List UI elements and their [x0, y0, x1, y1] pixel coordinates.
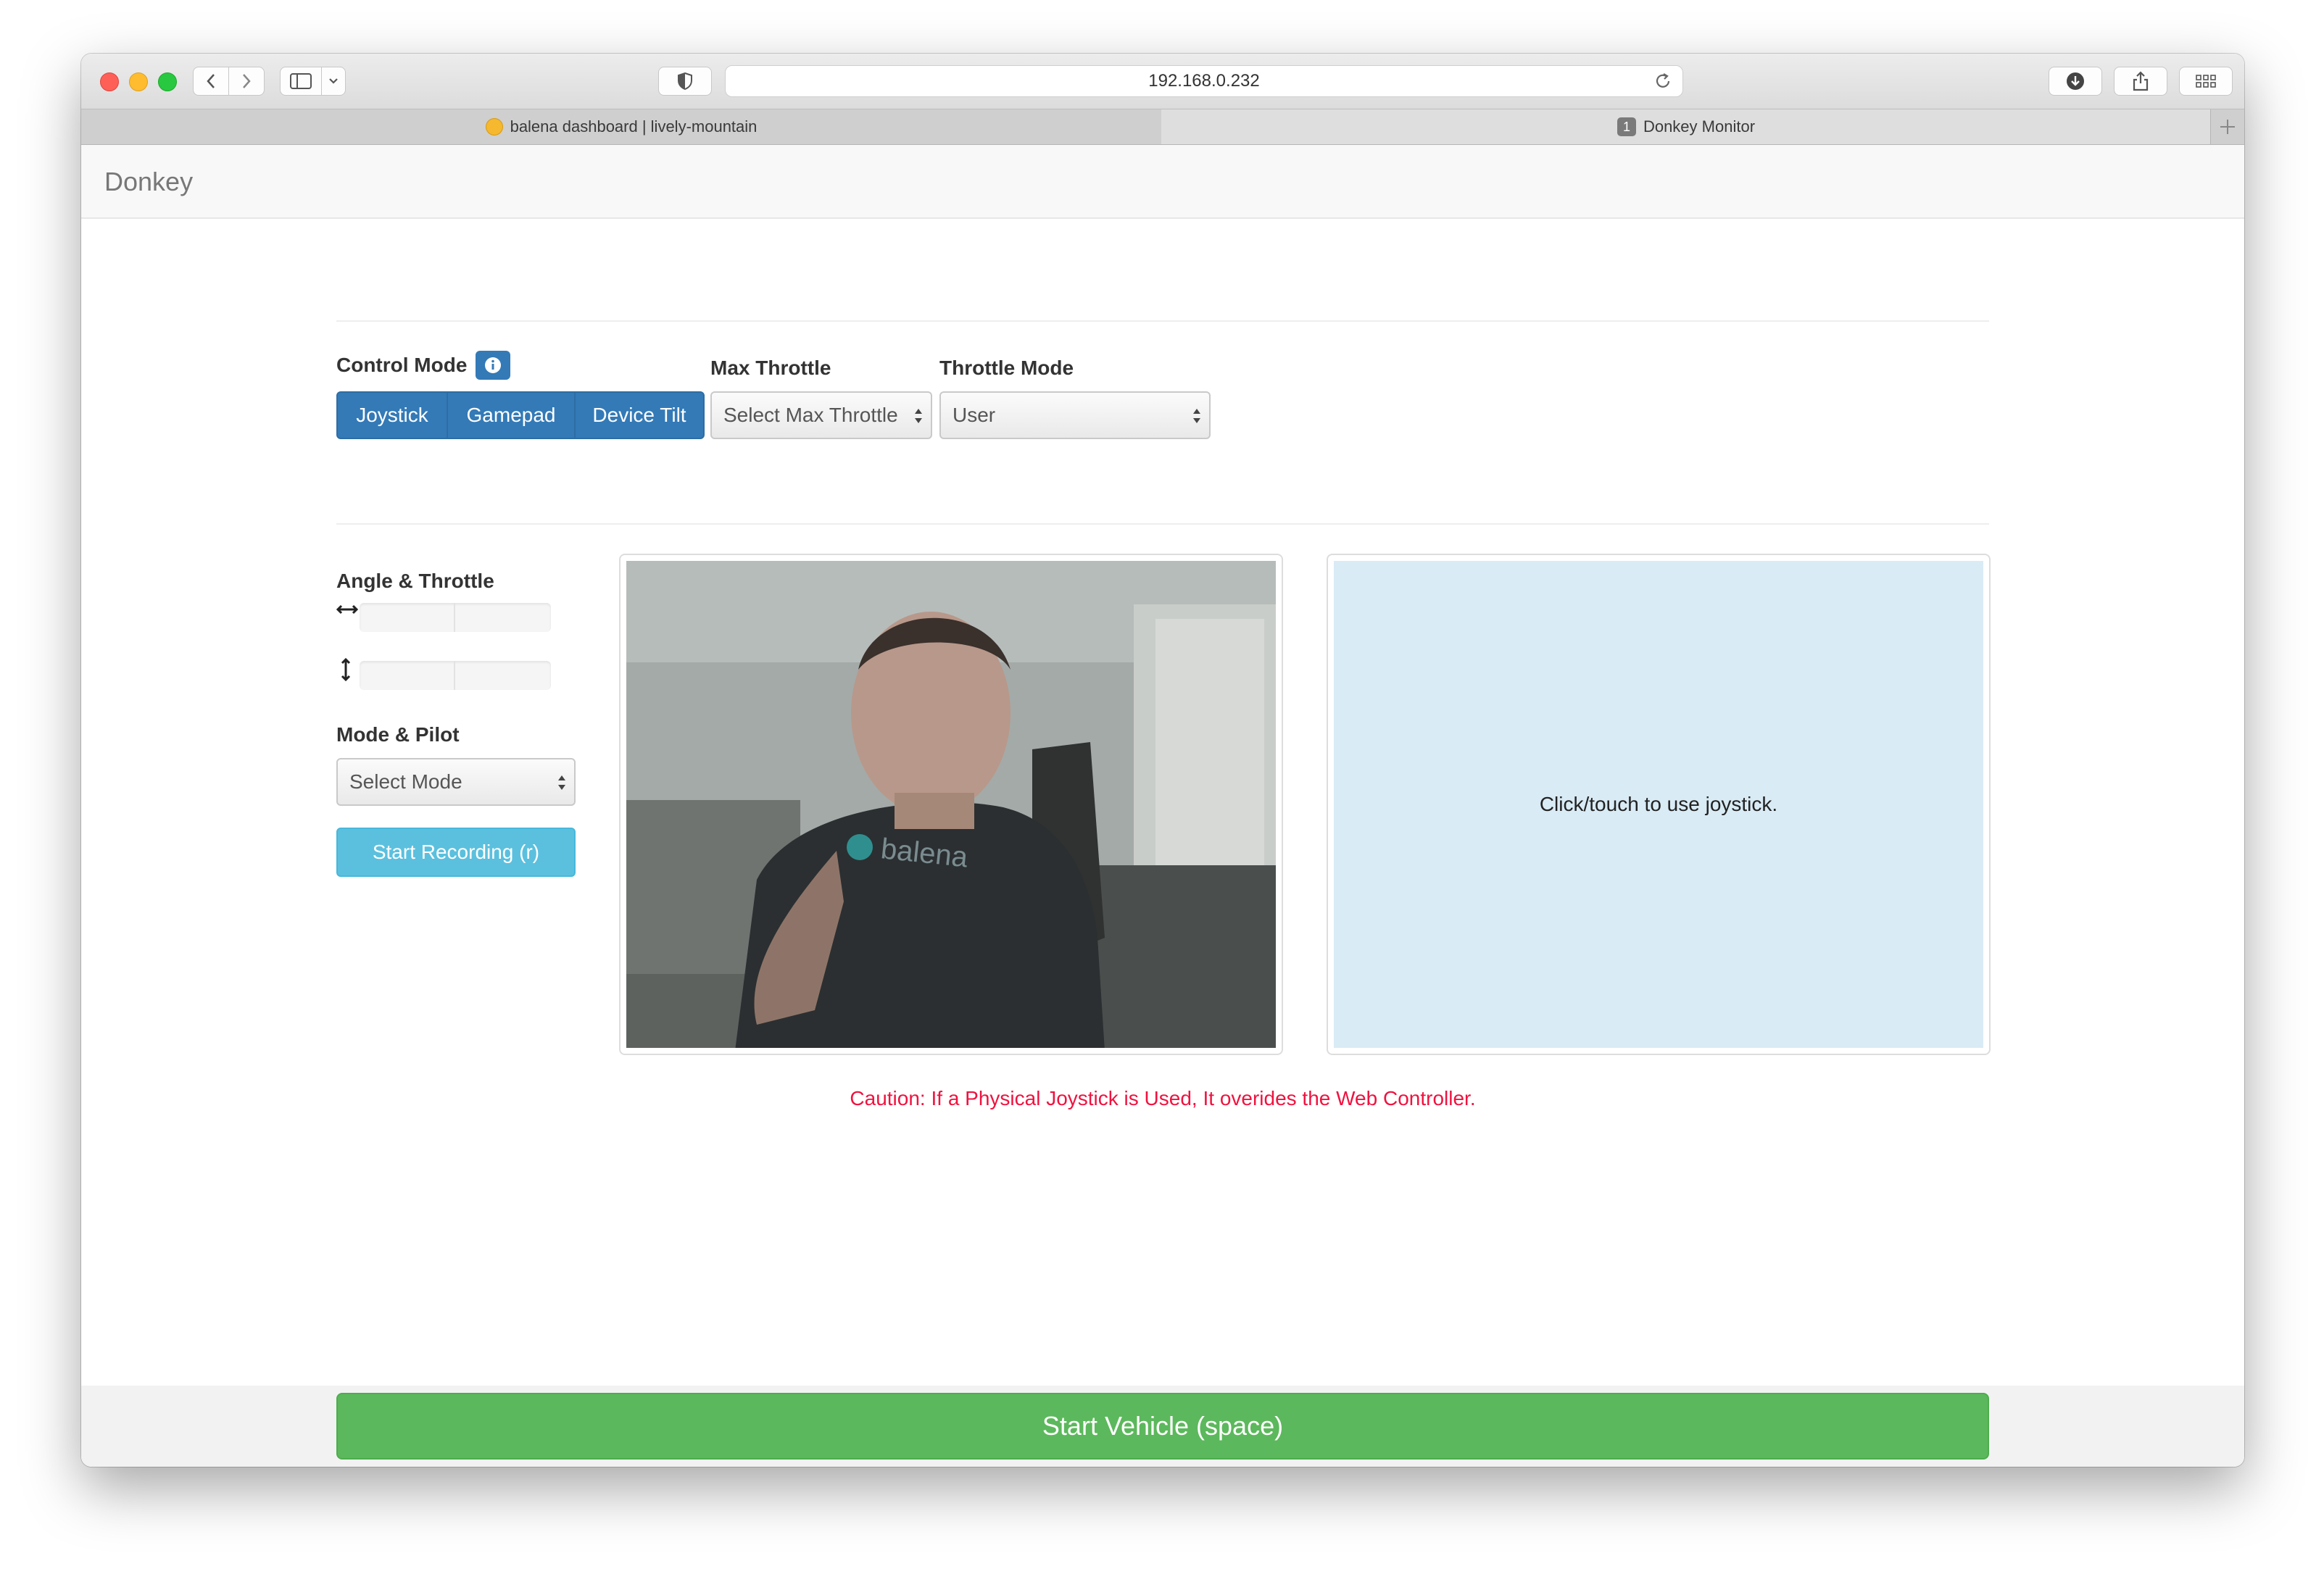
reload-icon[interactable]: [1653, 72, 1672, 96]
mode-pilot-label: Mode & Pilot: [336, 723, 460, 746]
divider: [336, 320, 1989, 322]
horizontal-arrows-icon: [336, 603, 359, 620]
tab-label: Donkey Monitor: [1643, 117, 1756, 136]
max-throttle-value: Select Max Throttle: [723, 404, 898, 426]
max-throttle-label: Max Throttle: [710, 357, 831, 379]
control-mode-info-button[interactable]: [476, 351, 510, 380]
joystick-mode-button[interactable]: Joystick: [336, 391, 448, 439]
gamepad-mode-button[interactable]: Gamepad: [447, 391, 576, 439]
tab-label: balena dashboard | lively-mountain: [510, 117, 758, 136]
tab-balena-dashboard[interactable]: balena dashboard | lively-mountain: [81, 109, 1162, 144]
new-tab-button[interactable]: [2210, 109, 2244, 144]
throttle-mode-label: Throttle Mode: [939, 357, 1074, 379]
throttle-progress: [360, 661, 551, 690]
chevron-left-icon: [207, 74, 215, 88]
divider: [336, 523, 1989, 525]
tab-overview-button[interactable]: [2179, 67, 2233, 96]
throttle-mode-select[interactable]: User: [939, 391, 1211, 439]
joystick-pad[interactable]: Click/touch to use joystick.: [1334, 561, 1983, 1048]
info-icon: [485, 357, 501, 373]
control-mode-label: Control Mode: [336, 354, 468, 376]
plus-icon: [2220, 120, 2235, 134]
select-arrows-icon: [1192, 406, 1202, 431]
caution-message: Caution: If a Physical Joystick is Used,…: [850, 1087, 1476, 1109]
vertical-arrows-icon: [339, 657, 352, 685]
select-arrows-icon: [913, 406, 924, 431]
max-throttle-select[interactable]: Select Max Throttle: [710, 391, 932, 439]
balena-favicon-icon: [485, 118, 503, 136]
mode-select[interactable]: Select Mode: [336, 758, 576, 806]
progress-center-mark: [454, 661, 455, 690]
joystick-hint: Click/touch to use joystick.: [1539, 793, 1778, 815]
throttle-mode-value: User: [953, 404, 996, 426]
footer-bar: Start Vehicle (space): [81, 1386, 2244, 1467]
angle-progress: [360, 603, 551, 632]
navbar-brand[interactable]: Donkey: [104, 167, 193, 197]
tab-bar: balena dashboard | lively-mountain 1 Don…: [81, 109, 2244, 145]
camera-feed-frame: balena: [619, 554, 1283, 1055]
sidebar-menu-button[interactable]: [321, 67, 346, 96]
close-window-button[interactable]: [100, 72, 119, 91]
select-arrows-icon: [557, 773, 567, 798]
downloads-button[interactable]: [2049, 67, 2102, 96]
angle-throttle-label: Angle & Throttle: [336, 570, 494, 592]
browser-toolbar: 192.168.0.232: [81, 54, 2244, 109]
share-button[interactable]: [2114, 67, 2167, 96]
start-vehicle-button[interactable]: Start Vehicle (space): [336, 1393, 1989, 1460]
camera-feed-image: balena: [626, 561, 1276, 1048]
maximize-window-button[interactable]: [158, 72, 177, 91]
chevron-down-icon: [329, 78, 338, 84]
privacy-report-button[interactable]: [658, 67, 712, 96]
forward-button[interactable]: [228, 67, 265, 96]
chevron-right-icon: [243, 74, 251, 88]
shield-icon: [678, 72, 692, 90]
control-mode-group: Joystick Gamepad Device Tilt: [336, 391, 705, 439]
page-content: Donkey Control Mode Joystick Gamepad Dev…: [81, 145, 2244, 1467]
progress-center-mark: [454, 603, 455, 632]
tab-favicon-badge: 1: [1617, 117, 1636, 136]
sidebar-icon: [290, 73, 312, 89]
address-bar[interactable]: 192.168.0.232: [725, 65, 1683, 97]
start-recording-button[interactable]: Start Recording (r): [336, 828, 576, 877]
share-icon: [2133, 71, 2149, 91]
url-text: 192.168.0.232: [1148, 71, 1260, 91]
minimize-window-button[interactable]: [129, 72, 148, 91]
joystick-pad-frame: Click/touch to use joystick.: [1327, 554, 1991, 1055]
mode-select-value: Select Mode: [349, 770, 462, 793]
browser-window: 192.168.0.232 balena dashboard | lively-…: [81, 54, 2244, 1467]
navbar: Donkey: [81, 145, 2244, 219]
download-icon: [2067, 72, 2084, 90]
grid-icon: [2196, 75, 2216, 88]
tab-donkey-monitor[interactable]: 1 Donkey Monitor: [1161, 109, 2211, 144]
device-tilt-mode-button[interactable]: Device Tilt: [574, 391, 705, 439]
back-button[interactable]: [193, 67, 229, 96]
sidebar-toggle-button[interactable]: [280, 67, 322, 96]
